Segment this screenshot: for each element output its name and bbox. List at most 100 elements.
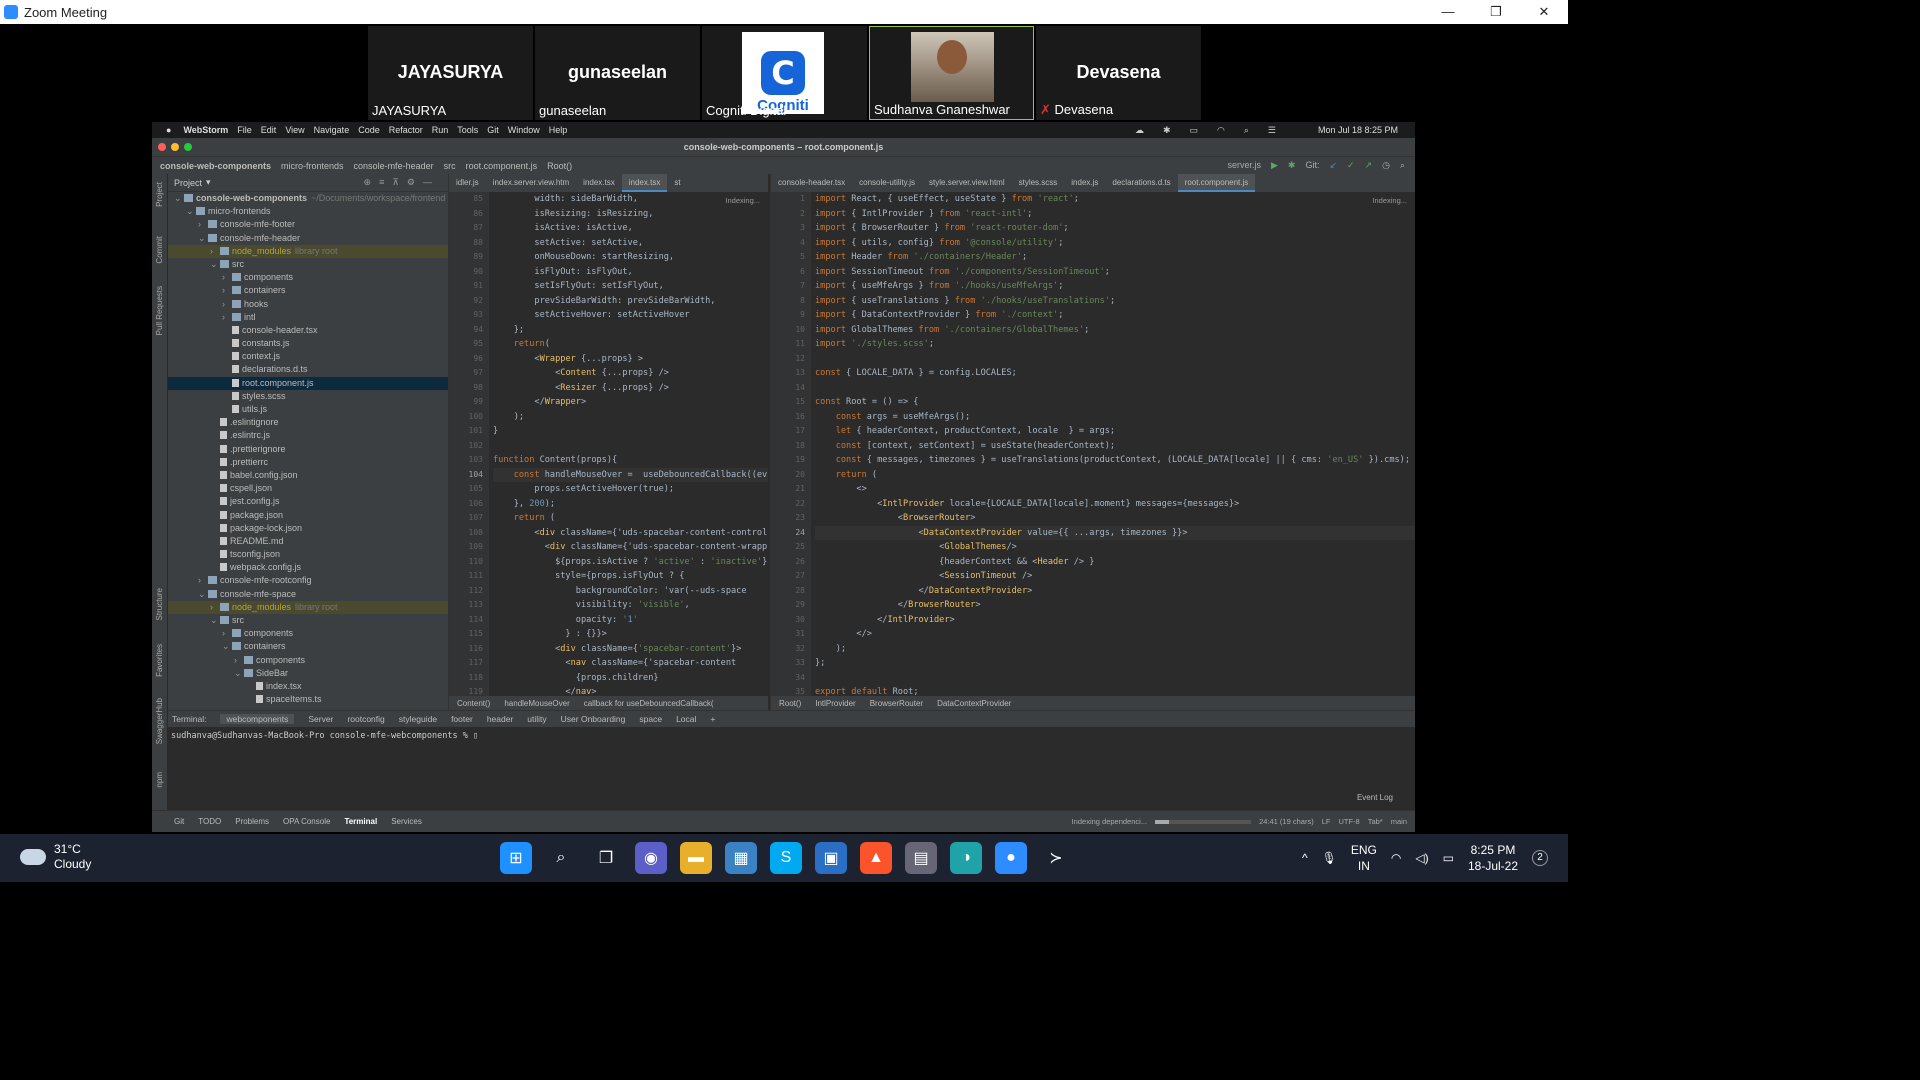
code-line[interactable]: ); <box>815 642 1415 657</box>
code-line[interactable]: const { LOCALE_DATA } = config.LOCALES; <box>815 366 1415 381</box>
weather-widget[interactable]: 31°C Cloudy <box>20 842 91 872</box>
code-line[interactable]: import { useMfeArgs } from './hooks/useM… <box>815 279 1415 294</box>
code-line[interactable]: style={props.isFlyOut ? { <box>493 569 768 584</box>
tree-item[interactable]: ⌄ console-mfe-header <box>168 232 448 245</box>
code-line[interactable]: <IntlProvider locale={LOCALE_DATA[locale… <box>815 497 1415 512</box>
tree-item[interactable]: › node_modules library root <box>168 600 448 614</box>
tree-item[interactable]: index.tsx <box>168 680 448 693</box>
code-line[interactable]: isFlyOut: isFlyOut, <box>493 265 768 280</box>
structure-tool-tab[interactable]: Structure <box>155 588 164 620</box>
breadcrumb[interactable]: root.component.js <box>466 161 538 171</box>
tree-item[interactable]: .eslintignore <box>168 416 448 429</box>
code-crumb[interactable]: BrowserRouter <box>870 699 923 708</box>
run-icon[interactable]: ▶ <box>1271 160 1278 171</box>
tree-item[interactable]: ⌄ micro-frontends <box>168 205 448 218</box>
code-line[interactable]: import SessionTimeout from './components… <box>815 265 1415 280</box>
code-line[interactable]: visibility: 'visible', <box>493 598 768 613</box>
tree-item[interactable]: ⌄ console-mfe-space <box>168 588 448 601</box>
vscode-icon[interactable]: ≻ <box>1040 842 1072 874</box>
wifi-icon[interactable]: ◠ <box>1391 851 1401 865</box>
editor-tab[interactable]: index.tsx <box>621 174 668 192</box>
code-line[interactable]: <DataContextProvider value={{ ...args, t… <box>815 525 1415 540</box>
code-crumb[interactable]: IntlProvider <box>815 699 855 708</box>
code-line[interactable]: ); <box>493 410 768 425</box>
participant-tile[interactable]: Devasena Devasena <box>1036 26 1201 120</box>
menu-edit[interactable]: Edit <box>261 125 277 135</box>
code-line[interactable]: import { useTranslations } from './hooks… <box>815 294 1415 309</box>
editor-tab[interactable]: index.js <box>1064 174 1105 192</box>
code-crumb[interactable]: Content() <box>457 699 490 708</box>
chevron-right-icon[interactable]: › <box>198 218 208 231</box>
store-icon[interactable]: ▦ <box>725 842 757 874</box>
chevron-down-icon[interactable]: ▾ <box>206 177 211 188</box>
code-line[interactable]: setActive: setActive, <box>493 236 768 251</box>
chat-icon[interactable]: ◉ <box>635 842 667 874</box>
menu-navigate[interactable]: Navigate <box>314 125 350 135</box>
git-push-icon[interactable]: ↗ <box>1365 160 1373 171</box>
tree-item[interactable]: › console-mfe-footer <box>168 218 448 231</box>
tree-item[interactable]: utils.js <box>168 403 448 416</box>
project-view-select[interactable]: Project <box>174 178 202 188</box>
code-line[interactable]: props.setActiveHover(true); <box>493 482 768 497</box>
breadcrumb[interactable]: micro-frontends <box>281 161 344 171</box>
skype-icon[interactable]: S <box>770 842 802 874</box>
microphone-icon[interactable]: 🎙 <box>1322 851 1337 865</box>
problems-tool-button[interactable]: Problems <box>235 817 269 826</box>
tree-item[interactable]: ⌄ console-web-components ~/Documents/works… <box>168 192 448 205</box>
code-line[interactable]: import { utils, config} from '@console/u… <box>815 236 1415 251</box>
menu-window[interactable]: Window <box>508 125 540 135</box>
code-line[interactable]: }; <box>493 323 768 338</box>
code-line[interactable]: <BrowserRouter> <box>815 511 1415 526</box>
git-update-icon[interactable]: ↙ <box>1329 160 1337 171</box>
terminal-tab[interactable]: header <box>487 714 513 724</box>
code-line[interactable]: } : {}}> <box>493 627 768 642</box>
tree-item[interactable]: console-header.tsx <box>168 324 448 337</box>
app-icon[interactable]: ▤ <box>905 842 937 874</box>
terminal-tab[interactable]: User Onboarding <box>561 714 626 724</box>
code-line[interactable]: const [context, setContext] = useState(h… <box>815 439 1415 454</box>
code-line[interactable]: {headerContext && <Header /> } <box>815 555 1415 570</box>
code-area[interactable]: import React, { useEffect, useState } fr… <box>815 192 1415 696</box>
code-line[interactable]: opacity: '1' <box>493 613 768 628</box>
code-line[interactable]: width: sideBarWidth, <box>493 192 768 207</box>
chevron-right-icon[interactable]: › <box>222 627 232 640</box>
tree-item[interactable]: .prettierrc <box>168 456 448 469</box>
terminal-tab[interactable]: utility <box>527 714 546 724</box>
code-line[interactable]: <Content {...props} /> <box>493 366 768 381</box>
tree-item[interactable]: › intl <box>168 311 448 324</box>
code-line[interactable] <box>815 671 1415 686</box>
tree-item[interactable]: › components <box>168 271 448 284</box>
chevron-down-icon[interactable]: ⌄ <box>234 667 244 680</box>
code-line[interactable]: </BrowserRouter> <box>815 598 1415 613</box>
editor-tab[interactable]: idler.js <box>449 174 486 192</box>
code-line[interactable]: <Wrapper {...props} > <box>493 352 768 367</box>
caret-position[interactable]: 24:41 (19 chars) <box>1259 817 1314 826</box>
breadcrumb[interactable]: Root() <box>547 161 572 171</box>
terminal-output[interactable]: sudhanva@Sudhanvas-MacBook-Pro console-m… <box>168 727 1415 745</box>
tree-item[interactable]: jest.config.js <box>168 495 448 508</box>
tree-item[interactable]: › components <box>168 654 448 667</box>
chevron-down-icon[interactable]: ⌄ <box>198 232 208 245</box>
clock[interactable]: 8:25 PM 18-Jul-22 <box>1468 842 1518 874</box>
chevron-down-icon[interactable]: ⌄ <box>210 258 220 271</box>
favorites-tool-tab[interactable]: Favorites <box>155 644 164 677</box>
code-line[interactable]: return( <box>493 337 768 352</box>
code-line[interactable] <box>815 352 1415 367</box>
apple-icon[interactable]: ● <box>166 125 171 135</box>
tree-item[interactable]: .prettierignore <box>168 443 448 456</box>
chevron-down-icon[interactable]: ⌄ <box>210 614 220 627</box>
editor-tab[interactable]: declarations.d.ts <box>1105 174 1177 192</box>
tree-item[interactable]: spaceItems.ts <box>168 693 448 706</box>
code-crumb[interactable]: callback for useDebouncedCallback( <box>584 699 714 708</box>
breadcrumb-root[interactable]: console-web-components <box>160 161 271 171</box>
code-crumb[interactable]: handleMouseOver <box>504 699 569 708</box>
tree-item[interactable]: README.md <box>168 535 448 548</box>
code-line[interactable]: <div className={'uds-spacebar-content-co… <box>493 526 768 541</box>
code-line[interactable]: import GlobalThemes from './containers/G… <box>815 323 1415 338</box>
pull-requests-tool-tab[interactable]: Pull Requests <box>155 286 164 335</box>
chevron-right-icon[interactable]: › <box>222 311 232 324</box>
code-line[interactable]: return ( <box>493 511 768 526</box>
menu-view[interactable]: View <box>285 125 304 135</box>
app-menu[interactable]: WebStorm <box>183 125 228 135</box>
git-commit-icon[interactable]: ✓ <box>1347 160 1355 171</box>
